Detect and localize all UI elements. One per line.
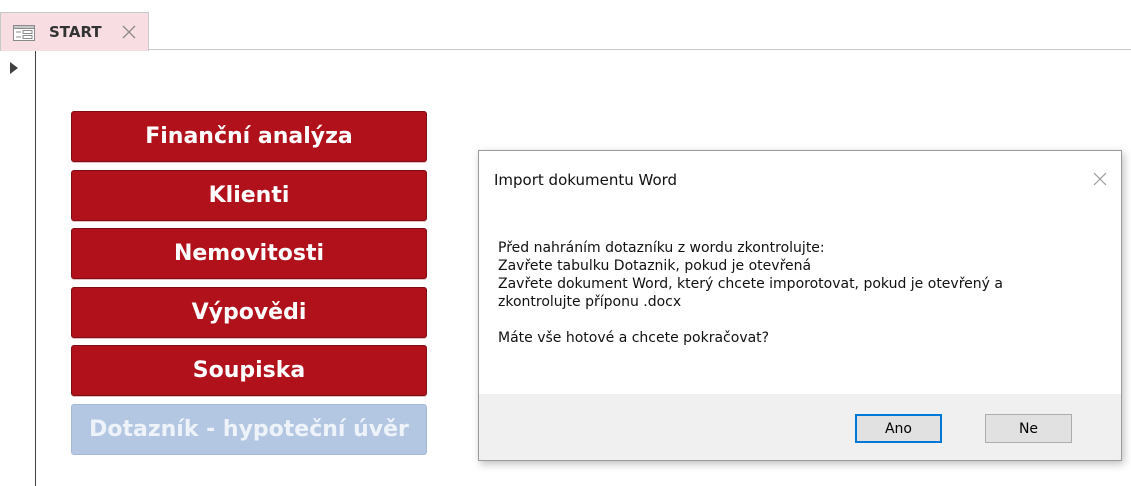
- vypovedi-button[interactable]: Výpovědi: [71, 287, 427, 338]
- financni-analyza-button[interactable]: Finanční analýza: [71, 111, 427, 162]
- message-line: Před nahráním dotazníku z wordu zkontrol…: [498, 240, 825, 256]
- document-tab-strip: START: [0, 0, 1131, 51]
- message-line: Zavřete dokument Word, který chcete impo…: [498, 276, 1003, 292]
- dialog-title: Import dokumentu Word: [494, 171, 678, 189]
- close-icon[interactable]: [1089, 168, 1111, 190]
- soupiska-button[interactable]: Soupiska: [71, 345, 427, 396]
- nemovitosti-button[interactable]: Nemovitosti: [71, 228, 427, 279]
- dialog-message: Před nahráním dotazníku z wordu zkontrol…: [498, 239, 1098, 347]
- dialog-footer: Ano Ne: [479, 394, 1121, 460]
- tab-start[interactable]: START: [0, 12, 149, 51]
- current-record-arrow-icon: [10, 62, 18, 74]
- form-icon: [13, 25, 35, 41]
- message-line: Zavřete tabulku Dotaznik, pokud je otevř…: [498, 258, 812, 274]
- yes-button[interactable]: Ano: [855, 414, 942, 443]
- dotaznik-hypotecni-uver-button: Dotazník - hypoteční úvěr: [71, 404, 427, 455]
- no-button[interactable]: Ne: [985, 414, 1072, 443]
- message-question: Máte vše hotové a chcete pokračovat?: [498, 330, 770, 346]
- message-line: zkontrolujte příponu .docx: [498, 294, 682, 310]
- import-dialog: Import dokumentu Word Před nahráním dota…: [478, 150, 1122, 461]
- tab-label: START: [49, 23, 102, 41]
- record-selector[interactable]: [0, 51, 36, 486]
- klienti-button[interactable]: Klienti: [71, 170, 427, 221]
- close-icon[interactable]: [119, 22, 139, 42]
